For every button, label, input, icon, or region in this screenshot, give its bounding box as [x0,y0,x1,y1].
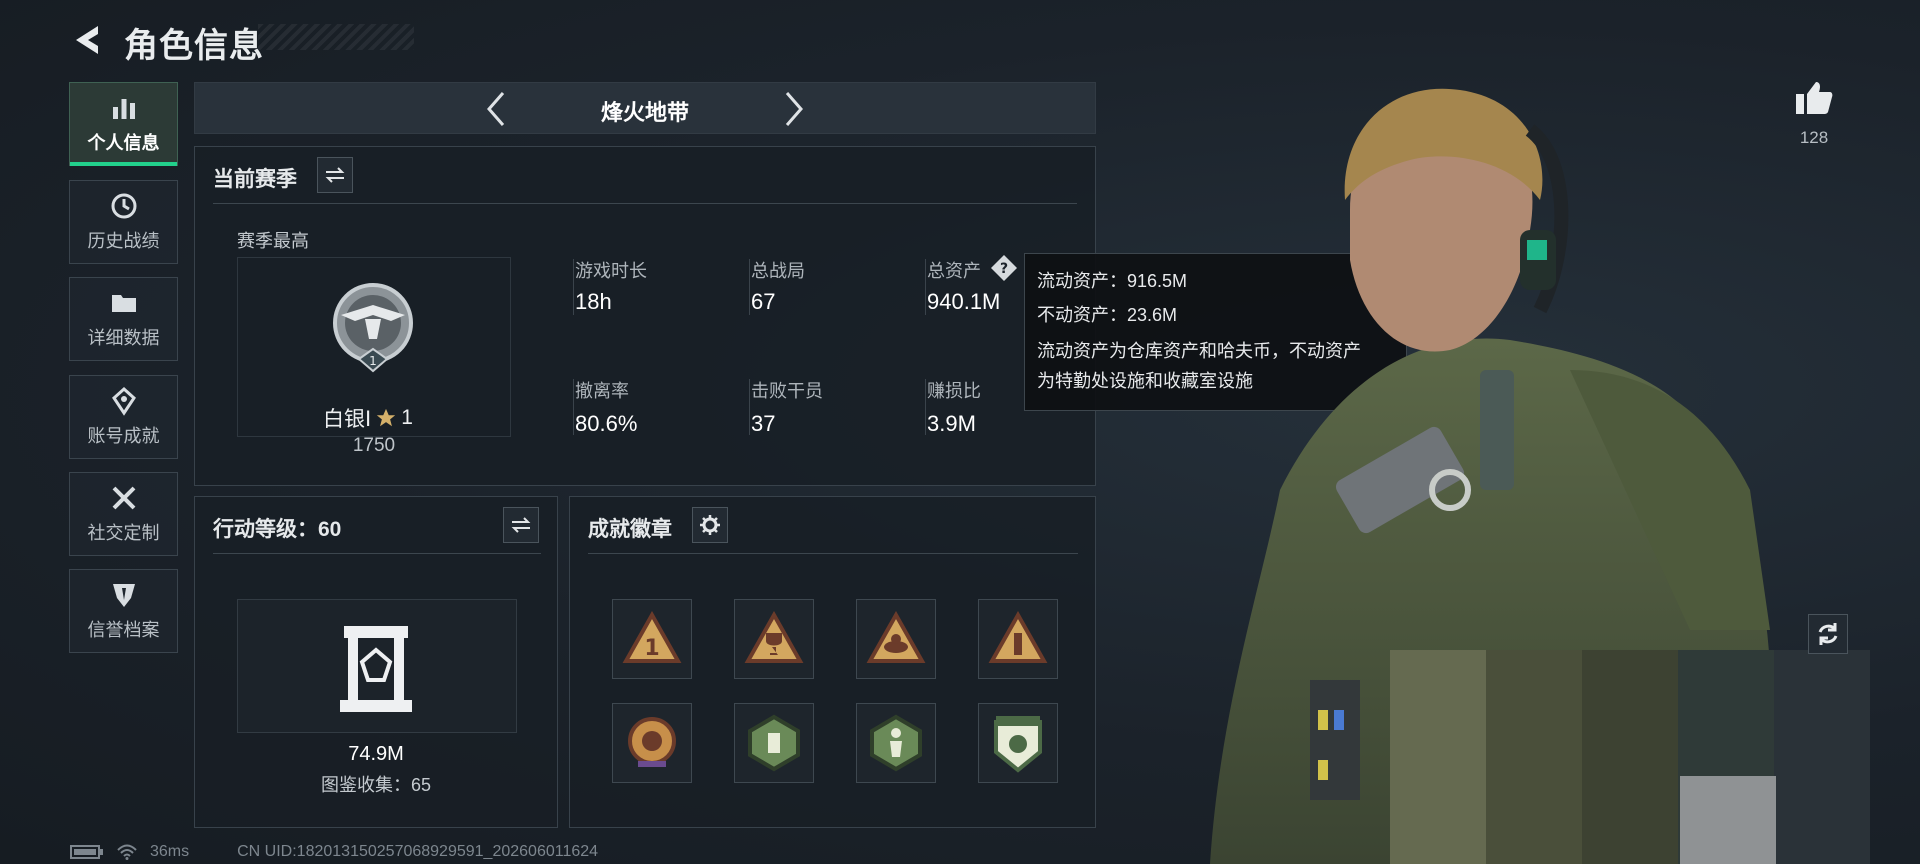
like-icon[interactable] [1794,78,1834,118]
back-arrow-icon[interactable] [68,20,104,60]
folder-icon [111,295,136,312]
status-bar: 36ms CN UID:18201315025706892959​1_20260… [70,843,598,861]
mosaic-overlay [1680,776,1776,864]
divider [213,203,1077,204]
stat-value-profit-ratio: 3.9M [927,411,976,436]
wifi-icon [117,844,137,860]
badge-bottle-icon[interactable] [978,599,1058,679]
stat-label-total-assets: 总资产 [927,261,981,281]
collection-count: 图鉴收集：65 [320,775,432,795]
sidebar-item-label: 账号成就 [87,426,160,446]
stat-label-total-matches: 总战局 [751,261,805,281]
uid: CN UID:18201315025706892959​1_2026060116… [237,843,599,860]
swap-icon [325,167,345,183]
badge-loot-icon[interactable] [856,599,936,679]
collection-frame[interactable] [237,599,517,733]
season-panel: 当前赛季 赛季最高 1 白银Ⅰ 1 1750 游戏时长 18h 总战局 67 总… [194,146,1096,486]
divider [588,553,1078,554]
sidebar-item-label: 信誉档案 [87,620,160,640]
rank-name-row: 白银Ⅰ 1 [323,403,413,433]
season-switch-button[interactable] [317,157,353,193]
help-icon[interactable]: ? [989,253,1019,283]
season-title: 当前赛季 [213,168,297,191]
divider [573,379,574,435]
bar-chart-icon [112,99,135,119]
stat-value-extraction-rate: 80.6% [575,411,638,436]
action-level-panel: 行动等级：60 74.9M 图鉴收集：65 [194,496,558,828]
divider [749,259,750,315]
achievements-panel: 成就徽章 1 [569,496,1096,828]
tools-icon [112,486,135,510]
collection-value: 74.9M [348,743,404,765]
achievements-title: 成就徽章 [588,518,672,541]
battery-icon [70,845,103,859]
badge-runner-icon[interactable] [856,703,936,783]
stat-label-playtime: 游戏时长 [575,261,647,281]
shield-icon [112,584,135,607]
season-best-label: 赛季最高 [237,231,309,251]
mosaic-overlay [1390,650,1870,864]
rank-stars: 1 [401,406,413,429]
badge-rank-one-icon[interactable]: 1 [612,599,692,679]
page-title: 角色信息 [124,27,264,65]
action-level-title: 行动等级：60 [213,518,342,541]
swap-icon [511,517,531,533]
sidebar-item-detailed-data[interactable]: 详细数据 [69,277,178,361]
sidebar-item-label: 详细数据 [87,328,160,348]
badge-shield-icon[interactable] [978,703,1058,783]
star-icon [377,408,396,427]
stat-value-kills: 37 [751,411,776,436]
svg-text:1: 1 [369,354,377,368]
stat-value-total-assets: 940.1M [927,289,1001,314]
action-level-switch-button[interactable] [503,507,539,543]
sidebar-item-label: 个人信息 [87,133,160,153]
sidebar-item-label: 历史战绩 [87,231,160,251]
like-count: 128 [1799,128,1829,147]
divider [749,379,750,435]
stat-value-total-matches: 67 [751,289,776,314]
achievements-settings-button[interactable] [692,507,728,543]
svg-text:1: 1 [644,636,659,661]
rank-emblem-icon: 1 [333,283,413,373]
ping: 36ms [150,843,190,860]
divider [213,553,541,554]
divider [573,259,574,315]
divider [925,259,926,315]
sidebar-item-social-custom[interactable]: 社交定制 [69,472,178,556]
stat-label-kills: 击败干员 [751,381,823,401]
history-icon [111,193,136,219]
collection-case-icon [340,626,412,712]
mode-selector: 烽火地带 [194,82,1096,134]
rotate-icon [1818,623,1838,645]
achievement-icon [111,386,136,416]
sidebar-item-history[interactable]: 历史战绩 [69,180,178,264]
svg-text:?: ? [1000,261,1008,277]
rank-points: 1750 [352,435,396,456]
sidebar-item-personal-info[interactable]: 个人信息 [69,82,178,166]
title-decoration [258,24,414,50]
badge-medic-icon[interactable] [734,703,814,783]
badge-emblem-icon[interactable] [612,703,692,783]
sidebar-item-label: 社交定制 [87,523,160,543]
divider [925,379,926,435]
sidebar-item-reputation[interactable]: 信誉档案 [69,569,178,653]
badge-trophy-icon[interactable] [734,599,814,679]
gear-icon [700,515,720,535]
stat-label-extraction-rate: 撤离率 [575,381,629,401]
mode-title: 烽火地带 [600,100,689,125]
stat-label-profit-ratio: 赚损比 [927,381,981,401]
rotate-button[interactable] [1808,614,1848,654]
stat-value-playtime: 18h [575,289,612,314]
sidebar-item-account-achievements[interactable]: 账号成就 [69,375,178,459]
rank-name: 白银Ⅰ [323,408,372,431]
next-mode-arrow-icon[interactable] [773,89,813,129]
